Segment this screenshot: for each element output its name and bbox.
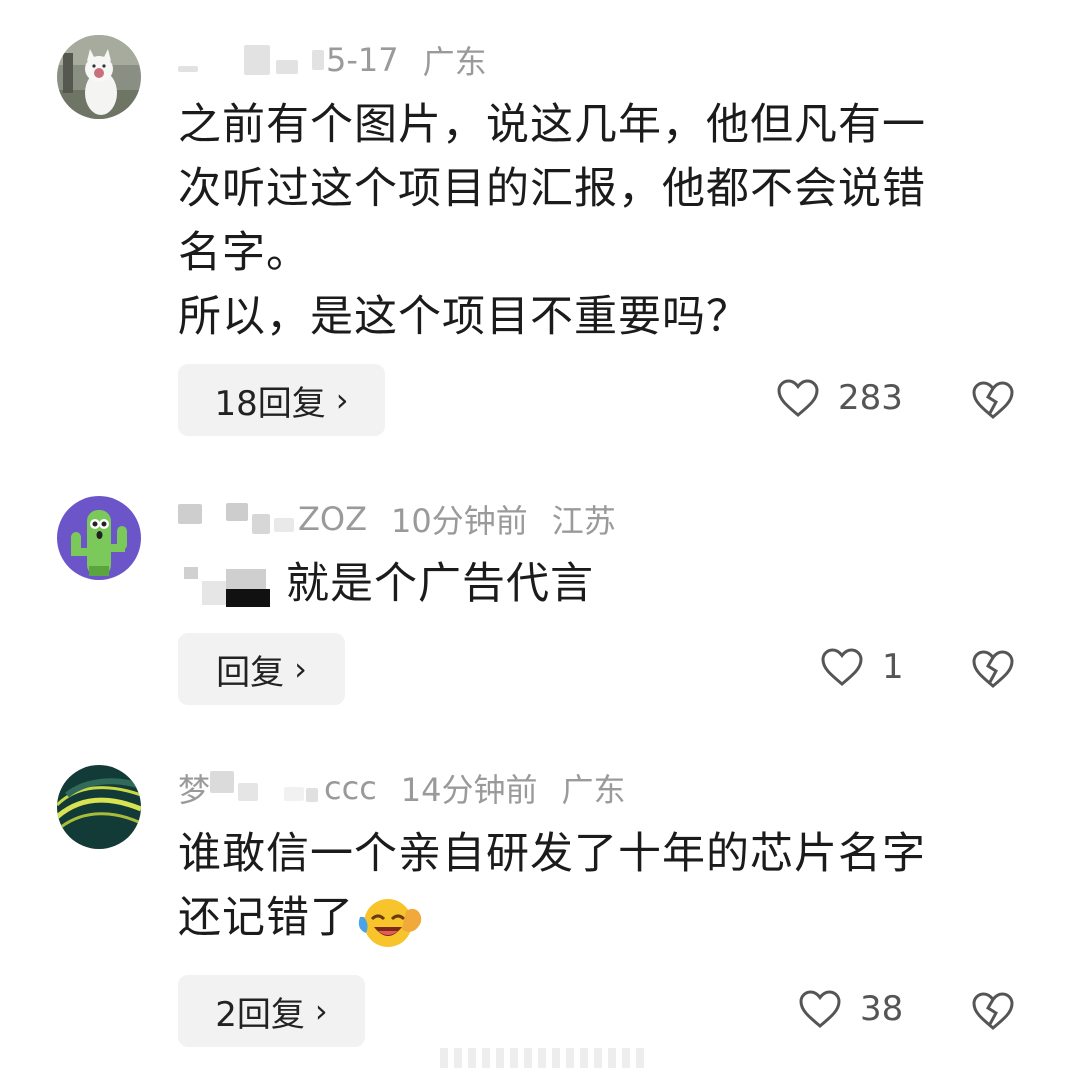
- replies-button[interactable]: 2回复 ›: [178, 975, 365, 1047]
- chevron-right-icon: ›: [314, 992, 328, 1030]
- laughing-crying-emoji-icon: [358, 898, 422, 947]
- user-avatar[interactable]: [57, 496, 141, 580]
- like-button[interactable]: 283: [776, 378, 903, 418]
- replies-button[interactable]: 回复 ›: [178, 633, 345, 705]
- user-avatar[interactable]: [57, 765, 141, 849]
- dislike-button[interactable]: [971, 649, 1015, 693]
- comment-text-line: 所以，是这个项目不重要吗？: [178, 292, 750, 342]
- replies-label: 18回复: [214, 383, 326, 424]
- comment-location: 广东: [422, 43, 487, 81]
- heart-outline-icon: [821, 648, 863, 686]
- comment-meta: 5-17 广东: [178, 38, 487, 82]
- leaf-avatar-icon: [57, 765, 141, 849]
- broken-heart-icon: [972, 992, 1014, 1030]
- like-count: 283: [838, 378, 903, 418]
- like-count: 1: [882, 647, 904, 687]
- user-name-suffix[interactable]: ccc: [324, 769, 377, 807]
- comment-date: 5-17: [326, 41, 399, 79]
- broken-heart-icon: [972, 650, 1014, 688]
- comment-text-line: 谁敢信一个亲自研发了十年的芯片名字: [178, 829, 926, 879]
- comment-text-line: 之前有个图片，说这几年，他但凡有一: [178, 100, 926, 150]
- comment-meta: ZOZ 10分钟前 江苏: [178, 497, 616, 541]
- like-button[interactable]: 38: [798, 989, 903, 1029]
- comment-text-line: 就是个广告代言: [286, 559, 594, 609]
- replies-button[interactable]: 18回复 ›: [178, 364, 385, 436]
- heart-outline-icon: [777, 379, 819, 417]
- redacted-username[interactable]: [178, 504, 202, 524]
- comment-text-line: 还记错了: [178, 893, 354, 943]
- dislike-button[interactable]: [971, 380, 1015, 424]
- comment-location: 江苏: [551, 502, 616, 540]
- like-count: 38: [860, 989, 904, 1029]
- user-avatar[interactable]: [57, 35, 141, 119]
- like-button[interactable]: 1: [820, 647, 904, 687]
- redacted-text: [178, 559, 286, 615]
- dislike-button[interactable]: [971, 991, 1015, 1035]
- user-name[interactable]: ZOZ: [298, 500, 367, 538]
- redacted-username[interactable]: [178, 66, 198, 72]
- comment-text-line: 名字。: [178, 228, 310, 278]
- comment-meta: 梦 ccc 14分钟前 广东: [178, 766, 626, 810]
- watermark: [440, 1048, 650, 1068]
- chevron-right-icon: ›: [294, 650, 307, 688]
- comment-date: 14分钟前: [400, 771, 538, 809]
- cat-avatar-icon: [57, 35, 141, 119]
- replies-label: 2回复: [215, 994, 305, 1035]
- comment-location: 广东: [561, 771, 626, 809]
- chevron-right-icon: ›: [335, 381, 349, 419]
- comment-text-line: 次听过这个项目的汇报，他都不会说错: [178, 164, 926, 214]
- comment-date: 10分钟前: [391, 502, 528, 540]
- comment-text: 就是个广告代言: [178, 552, 1018, 616]
- comment-text: 之前有个图片，说这几年，他但凡有一 次听过这个项目的汇报，他都不会说错 名字。 …: [178, 93, 1018, 349]
- cactus-avatar-icon: [57, 496, 141, 580]
- comment-text: 谁敢信一个亲自研发了十年的芯片名字 还记错了: [178, 822, 1018, 950]
- user-name[interactable]: 梦: [178, 765, 210, 811]
- redacted-username[interactable]: [210, 771, 235, 793]
- broken-heart-icon: [972, 381, 1014, 419]
- replies-label: 回复: [216, 652, 285, 693]
- heart-outline-icon: [799, 990, 841, 1028]
